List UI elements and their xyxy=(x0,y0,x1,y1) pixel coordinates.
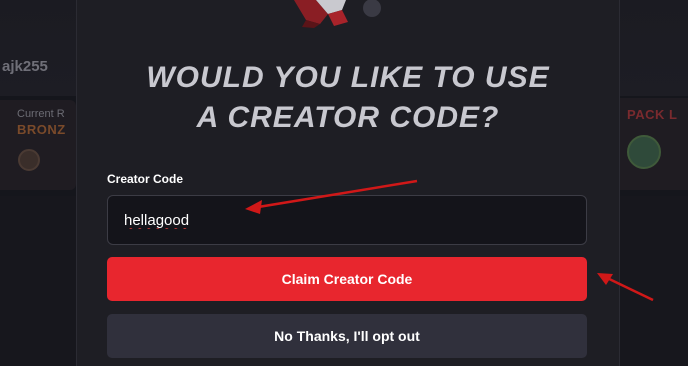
modal-title: WOULD YOU LIKE TO USE A CREATOR CODE? xyxy=(76,58,620,138)
opt-out-button[interactable]: No Thanks, I'll opt out xyxy=(107,314,587,358)
claim-creator-code-button[interactable]: Claim Creator Code xyxy=(107,257,587,301)
rank-badge-icon xyxy=(18,149,40,171)
background-username: ajk255 xyxy=(2,58,48,75)
background-pack-label: PACK L xyxy=(627,107,678,122)
modal-title-line-1: WOULD YOU LIKE TO USE xyxy=(146,61,550,94)
modal-title-line-2: A CREATOR CODE? xyxy=(196,101,500,134)
creator-code-input[interactable] xyxy=(107,195,587,245)
creator-code-label: Creator Code xyxy=(107,172,184,186)
background-rank-label: Current R xyxy=(17,108,65,120)
background-rank-name: BRONZ xyxy=(17,122,66,137)
mascot-icon xyxy=(294,0,381,28)
pack-badge-icon xyxy=(627,135,661,169)
